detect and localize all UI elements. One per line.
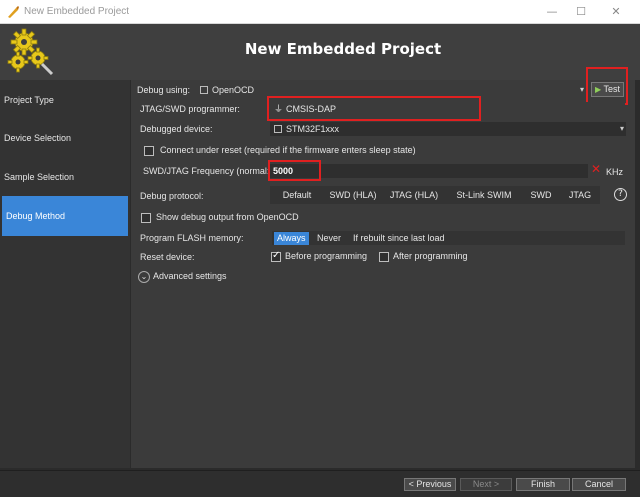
debug-using-combo[interactable]: OpenOCD ▾ [196,83,586,97]
next-button[interactable]: Next > [460,478,512,491]
programmer-label: JTAG/SWD programmer: [140,104,240,114]
freq-unit-label: KHz [606,167,624,177]
before-programming-checkbox[interactable] [271,250,281,262]
sidebar-item-project-type[interactable]: Project Type [0,80,130,120]
after-programming-label: After programming [393,251,468,261]
reset-device-label: Reset device: [140,252,195,262]
sidebar-item-device-selection[interactable]: Device Selection [0,118,130,158]
finish-button[interactable]: Finish [516,478,570,491]
window-title: New Embedded Project [24,6,130,17]
protocol-stlink-swim[interactable]: St-Link SWIM [446,186,522,204]
flash-option-if-rebuilt[interactable]: If rebuilt since last load [350,232,448,245]
chip-icon [274,125,282,133]
device-combo[interactable]: STM32F1xxx ▾ [270,122,626,136]
protocol-default[interactable]: Default [270,186,324,204]
wizard-sidebar: Project Type Device Selection Sample Sel… [0,80,130,468]
highlight-test-box [586,67,628,105]
chevron-down-icon: ▾ [579,85,584,94]
highlight-freq-box [268,160,321,181]
maximize-button[interactable]: ☐ [573,4,589,20]
connect-under-reset-label: Connect under reset (required if the fir… [160,145,416,155]
connect-under-reset-checkbox[interactable] [144,146,154,156]
chevron-down-icon: ▾ [619,124,624,133]
protocol-swd[interactable]: SWD [522,186,560,204]
debug-using-value: OpenOCD [212,85,255,95]
protocol-jtag-hla[interactable]: JTAG (HLA) [382,186,446,204]
visualgdb-app-icon [8,6,19,18]
close-button[interactable]: ✕ [608,4,624,20]
protocol-label: Debug protocol: [140,191,204,201]
previous-button[interactable]: < Previous [404,478,456,491]
before-programming-label: Before programming [285,251,368,261]
openocd-icon [200,86,208,94]
device-value: STM32F1xxx [286,124,340,134]
wizard-header: New Embedded Project [0,24,640,80]
flash-option-never[interactable]: Never [314,232,344,245]
minimize-button[interactable]: — [544,4,560,20]
sidebar-item-debug-method[interactable]: Debug Method [2,196,128,236]
help-icon[interactable]: ? [614,188,627,201]
show-debug-output-label: Show debug output from OpenOCD [156,212,299,222]
sidebar-item-sample-selection[interactable]: Sample Selection [0,157,130,197]
cancel-button[interactable]: Cancel [572,478,626,491]
advanced-settings-label[interactable]: Advanced settings [153,271,227,281]
protocol-jtag[interactable]: JTAG [560,186,600,204]
clear-x-icon[interactable]: ✕ [591,162,601,176]
highlight-programmer-box [267,96,481,121]
show-debug-output-checkbox[interactable] [141,213,151,223]
program-flash-label: Program FLASH memory: [140,233,244,243]
expand-chevron-icon[interactable]: ⌄ [138,271,150,283]
window-titlebar: New Embedded Project — ☐ ✕ [0,0,640,24]
flash-option-always[interactable]: Always [274,232,309,245]
freq-label: SWD/JTAG Frequency (normal: [143,166,270,176]
debug-using-label: Debug using: [137,85,191,95]
protocol-swd-hla[interactable]: SWD (HLA) [324,186,382,204]
device-label: Debugged device: [140,124,213,134]
after-programming-checkbox[interactable] [379,252,389,262]
page-title: New Embedded Project [244,40,442,58]
